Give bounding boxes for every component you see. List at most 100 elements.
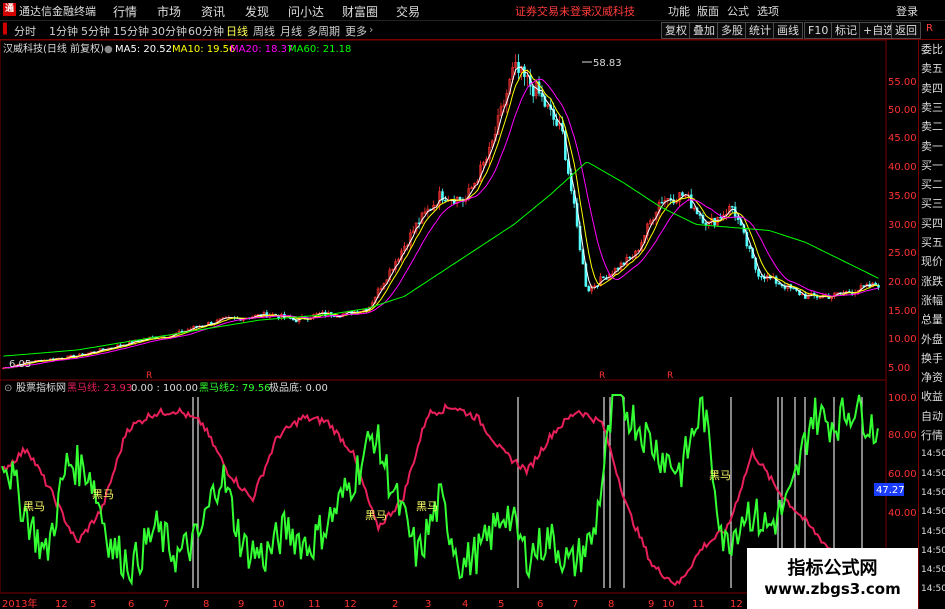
candle-body [689, 194, 693, 209]
mark-button[interactable]: 标记 [831, 22, 861, 39]
login-warning[interactable]: 证券交易未登录 [515, 3, 592, 19]
ind-tick: 40.00 [888, 508, 917, 519]
ma5-line [3, 66, 879, 369]
right-marker-icon: R [926, 23, 933, 34]
panel-toggle-icon[interactable]: ▌ [3, 24, 11, 35]
candle-body [444, 199, 447, 202]
event-marker[interactable]: R [146, 371, 152, 381]
watermark: 指标公式网 www.zbgs3.com [747, 548, 918, 609]
f10-button[interactable]: F10 [804, 22, 833, 39]
side-item: 收益 [921, 390, 943, 404]
period-more[interactable]: 更多 [345, 23, 367, 39]
login-button[interactable]: 登录 [896, 3, 918, 19]
price-tick: 45.00 [888, 133, 917, 144]
period-daily[interactable]: 日线 [226, 23, 248, 39]
period-multi[interactable]: 多周期 [307, 23, 340, 39]
side-item: 外盘 [921, 332, 943, 346]
menu-wealth[interactable]: 财富圈 [342, 3, 378, 20]
ma10-line [3, 69, 879, 369]
date-tick: 4 [462, 599, 468, 609]
ind-tick: 80.00 [888, 430, 917, 441]
legend-dot-icon: ● [104, 44, 113, 55]
event-marker[interactable]: R [667, 371, 673, 381]
menu-options[interactable]: 选项 [757, 3, 779, 19]
menu-quotes[interactable]: 行情 [113, 3, 137, 20]
signal-label: 黑马 [709, 469, 731, 482]
period-monthly[interactable]: 月线 [280, 23, 302, 39]
menu-function[interactable]: 功能 [668, 3, 690, 19]
high-price-label: 58.83 [593, 58, 622, 69]
price-tick: 5.00 [888, 363, 910, 374]
signal-label: 黑马 [365, 509, 387, 522]
candle-body [748, 245, 752, 249]
date-tick: 12 [344, 599, 357, 609]
stock-name-label: 汉威科技(日线 前复权) [3, 42, 104, 55]
menu-news[interactable]: 资讯 [201, 3, 225, 20]
side-item: 卖四 [921, 81, 943, 95]
side-item: 买三 [921, 197, 943, 211]
signal-labels: 黑马 黑马 黑马 黑马 黑马 [23, 469, 731, 522]
more-arrow-icon[interactable]: › [369, 23, 373, 36]
ma10-label: MA10: 19.56 [172, 44, 235, 55]
side-item[interactable]: 行情 [921, 429, 945, 442]
quote-side-panel: 委比 卖五 卖四 卖三 卖二 卖一 买一 买二 买三 买四 买五 现价 涨跌 涨幅 总量 外盘 换手 净资 收益 自动… [918, 40, 945, 609]
date-tick: 6 [128, 599, 134, 609]
stats-button[interactable]: 统计 [745, 22, 775, 39]
period-60min[interactable]: 60分钟 [188, 23, 224, 39]
ma60-label: MA60: 21.18 [288, 44, 351, 55]
side-item: 14:50 [921, 507, 945, 518]
side-item: 14:50 [921, 449, 945, 460]
candle-body [602, 276, 605, 279]
candle-body [531, 85, 535, 97]
stock-tag: 汉威科技 [591, 5, 635, 18]
candle-body [660, 202, 664, 204]
date-tick: 12 [730, 599, 743, 609]
ma20-line [3, 78, 879, 369]
price-tick: 10.00 [888, 334, 917, 345]
side-item: 买二 [921, 178, 943, 192]
price-panel-frame [0, 40, 887, 381]
draw-button[interactable]: 画线 [773, 22, 803, 39]
menu-market[interactable]: 市场 [157, 3, 181, 20]
side-item: 总量 [921, 313, 943, 327]
menu-ask[interactable]: 问小达 [288, 3, 324, 20]
side-item: 买一 [921, 158, 943, 172]
side-item: 涨幅 [921, 293, 943, 307]
event-marker[interactable]: R [599, 371, 605, 381]
period-15min[interactable]: 15分钟 [113, 23, 149, 39]
date-tick: 7 [572, 599, 578, 609]
side-item: 委比 [921, 43, 943, 56]
indicator-gear-icon[interactable]: ⊙ [4, 383, 12, 394]
menu-discover[interactable]: 发现 [245, 3, 269, 20]
signal-label: 黑马 [23, 500, 45, 513]
menu-trade[interactable]: 交易 [396, 3, 420, 20]
period-weekly[interactable]: 周线 [253, 23, 275, 39]
back-button[interactable]: 返回 [891, 22, 921, 39]
period-minute[interactable]: 分时 [14, 23, 36, 39]
period-30min[interactable]: 30分钟 [151, 23, 187, 39]
period-5min[interactable]: 5分钟 [81, 23, 110, 39]
period-1min[interactable]: 1分钟 [49, 23, 78, 39]
menu-formula[interactable]: 公式 [727, 3, 749, 19]
side-item[interactable]: 自动 [921, 410, 945, 423]
watermark-title: 指标公式网 [787, 558, 878, 579]
side-item: 现价 [921, 255, 943, 269]
overlay-button[interactable]: 叠加 [689, 22, 719, 39]
menu-layout[interactable]: 版面 [697, 3, 719, 19]
indicator-legend: ⊙ 股票指标网 黑马线: 23.93 0.00 : 100.00 黑马线2: 7… [4, 381, 328, 394]
side-item: 卖一 [921, 139, 943, 153]
chart-canvas[interactable]: 汉威科技(日线 前复权) ● MA5: 20.52 MA10: 19.56 MA… [0, 40, 918, 609]
multi-stock-button[interactable]: 多股 [717, 22, 747, 39]
line2-label: 黑马线2: 79.56 [199, 381, 271, 394]
side-item: 卖三 [921, 100, 943, 114]
date-tick: 11 [308, 599, 321, 609]
date-tick: 11 [692, 599, 705, 609]
period-toolbar: ▌ 分时 1分钟 5分钟 15分钟 30分钟 60分钟 日线 周线 月线 多周期… [0, 21, 945, 40]
candle-body [681, 192, 684, 196]
candle-body [730, 206, 734, 208]
app-title: 通达信金融终端 [19, 5, 96, 18]
candle-body [792, 287, 795, 290]
adjust-button[interactable]: 复权 [661, 22, 691, 39]
date-tick: 8 [203, 599, 209, 609]
date-tick: 8 [608, 599, 614, 609]
